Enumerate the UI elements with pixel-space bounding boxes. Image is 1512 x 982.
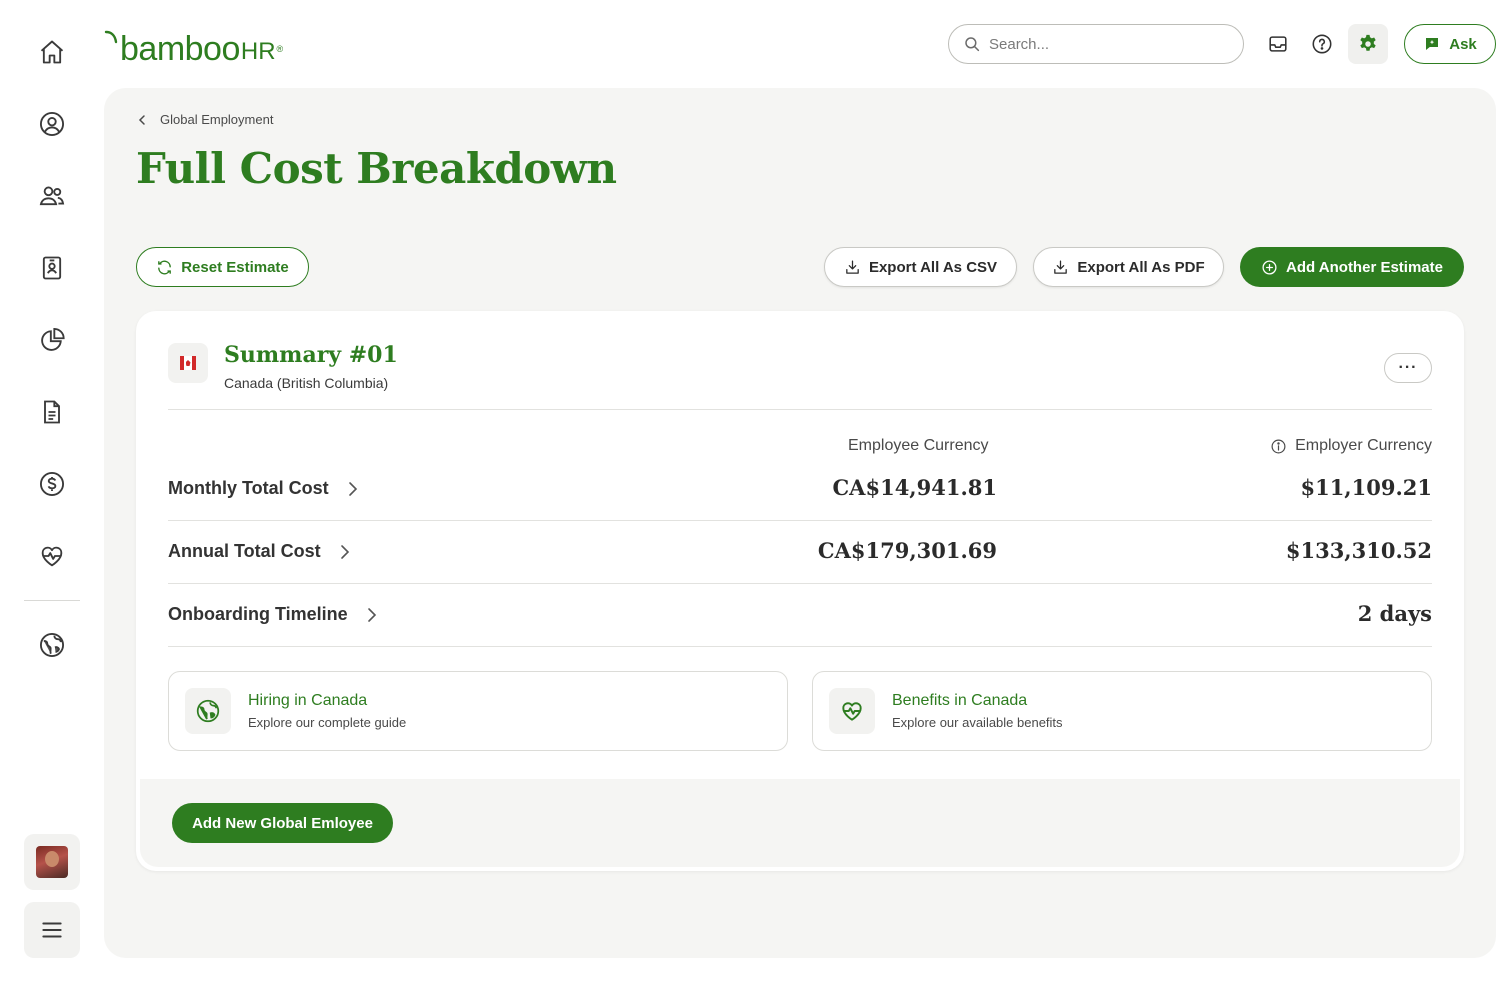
divider: [168, 409, 1432, 410]
download-icon: [846, 259, 859, 274]
reset-estimate-button[interactable]: Reset Estimate: [136, 247, 309, 287]
annual-total-cost-row[interactable]: Annual Total Cost: [168, 541, 351, 562]
more-options-icon: ···: [1398, 359, 1418, 376]
chat-sparkle-icon: [1426, 38, 1439, 50]
help-icon[interactable]: [1302, 24, 1342, 64]
left-nav-rail: [0, 0, 104, 982]
chevron-right-icon: [348, 481, 357, 496]
annual-employer-value: $133,310.52: [1285, 538, 1432, 563]
plus-circle-icon: [1262, 259, 1277, 275]
heart-pulse-icon: [829, 688, 875, 734]
nav-benefits-icon[interactable]: [28, 532, 76, 580]
breadcrumb-label: Global Employment: [160, 112, 274, 127]
page-title: Full Cost Breakdown: [136, 144, 617, 193]
employer-currency-header: Employer Currency: [1270, 437, 1432, 455]
inbox-icon[interactable]: [1258, 24, 1298, 64]
nav-documents-icon[interactable]: [28, 388, 76, 436]
monthly-employee-value: CA$14,941.81: [832, 475, 997, 500]
export-csv-button[interactable]: Export All As CSV: [824, 247, 1017, 287]
add-new-global-employee-button[interactable]: Add New Global Emloyee: [172, 803, 393, 843]
guide-title: Benefits in Canada: [892, 692, 1028, 709]
nav-divider: [24, 600, 80, 601]
info-icon[interactable]: [1270, 438, 1287, 455]
onboarding-timeline-value: 2 days: [1357, 601, 1432, 626]
avatar-image: [36, 846, 68, 878]
chevron-right-icon: [367, 607, 376, 622]
nav-people-icon[interactable]: [28, 172, 76, 220]
search-icon: [965, 37, 980, 52]
breadcrumb[interactable]: Global Employment: [136, 112, 273, 127]
summary-location: Canada (British Columbia): [224, 375, 389, 391]
chevron-left-icon: [138, 114, 145, 125]
add-another-estimate-button[interactable]: Add Another Estimate: [1240, 247, 1464, 287]
hiring-guide-card[interactable]: Hiring in Canada Explore our complete gu…: [168, 671, 788, 751]
export-csv-label: Export All As CSV: [868, 258, 998, 276]
guide-subtitle: Explore our complete guide: [248, 715, 407, 730]
canada-flag-icon: [168, 343, 208, 383]
globe-icon: [185, 688, 231, 734]
row-label: Monthly Total Cost: [168, 478, 329, 498]
more-options-button[interactable]: ···: [1384, 353, 1432, 383]
guide-subtitle: Explore our available benefits: [892, 715, 1063, 730]
employer-currency-label: Employer Currency: [1295, 437, 1432, 454]
onboarding-timeline-row[interactable]: Onboarding Timeline: [168, 604, 378, 625]
nav-payroll-icon[interactable]: [28, 460, 76, 508]
annual-employee-value: CA$179,301.69: [817, 538, 997, 563]
export-pdf-button[interactable]: Export All As PDF: [1033, 247, 1224, 287]
guide-title: Hiring in Canada: [248, 692, 368, 709]
nav-reports-icon[interactable]: [28, 316, 76, 364]
monthly-total-cost-row[interactable]: Monthly Total Cost: [168, 478, 359, 499]
nav-global-icon[interactable]: [28, 621, 76, 669]
refresh-icon: [158, 260, 172, 274]
nav-home-icon[interactable]: [28, 28, 76, 76]
search-input[interactable]: [989, 35, 1219, 53]
ask-label: Ask: [1449, 35, 1477, 53]
nav-directory-icon[interactable]: [28, 244, 76, 292]
logo-wordmark: bamboo: [120, 30, 240, 68]
logo-hr: HR: [240, 38, 276, 65]
row-label: Onboarding Timeline: [168, 604, 348, 624]
bamboohr-logo[interactable]: bamboo HR ®: [104, 26, 283, 66]
chevron-right-icon: [340, 544, 349, 559]
nav-profile-icon[interactable]: [28, 100, 76, 148]
employee-currency-label: Employee Currency: [848, 437, 989, 454]
reset-estimate-label: Reset Estimate: [181, 258, 289, 276]
leaf-icon: [104, 30, 118, 44]
ask-button[interactable]: Ask: [1404, 24, 1496, 64]
benefits-guide-card[interactable]: Benefits in Canada Explore our available…: [812, 671, 1432, 751]
summary-title: Summary #01: [224, 342, 398, 368]
row-label: Annual Total Cost: [168, 541, 321, 561]
divider: [168, 583, 1432, 584]
add-another-estimate-label: Add Another Estimate: [1286, 258, 1443, 276]
user-avatar[interactable]: [24, 834, 80, 890]
divider: [168, 646, 1432, 647]
download-icon: [1054, 259, 1068, 274]
monthly-employer-value: $11,109.21: [1300, 475, 1432, 500]
hamburger-menu-icon[interactable]: [24, 902, 80, 958]
export-pdf-label: Export All As PDF: [1077, 258, 1205, 276]
divider: [168, 520, 1432, 521]
search-box[interactable]: [948, 24, 1244, 64]
settings-gear-icon[interactable]: [1348, 24, 1388, 64]
add-new-global-employee-label: Add New Global Emloyee: [192, 814, 373, 832]
employee-currency-header: Employee Currency: [848, 437, 989, 455]
logo-registered-mark: ®: [276, 44, 284, 54]
